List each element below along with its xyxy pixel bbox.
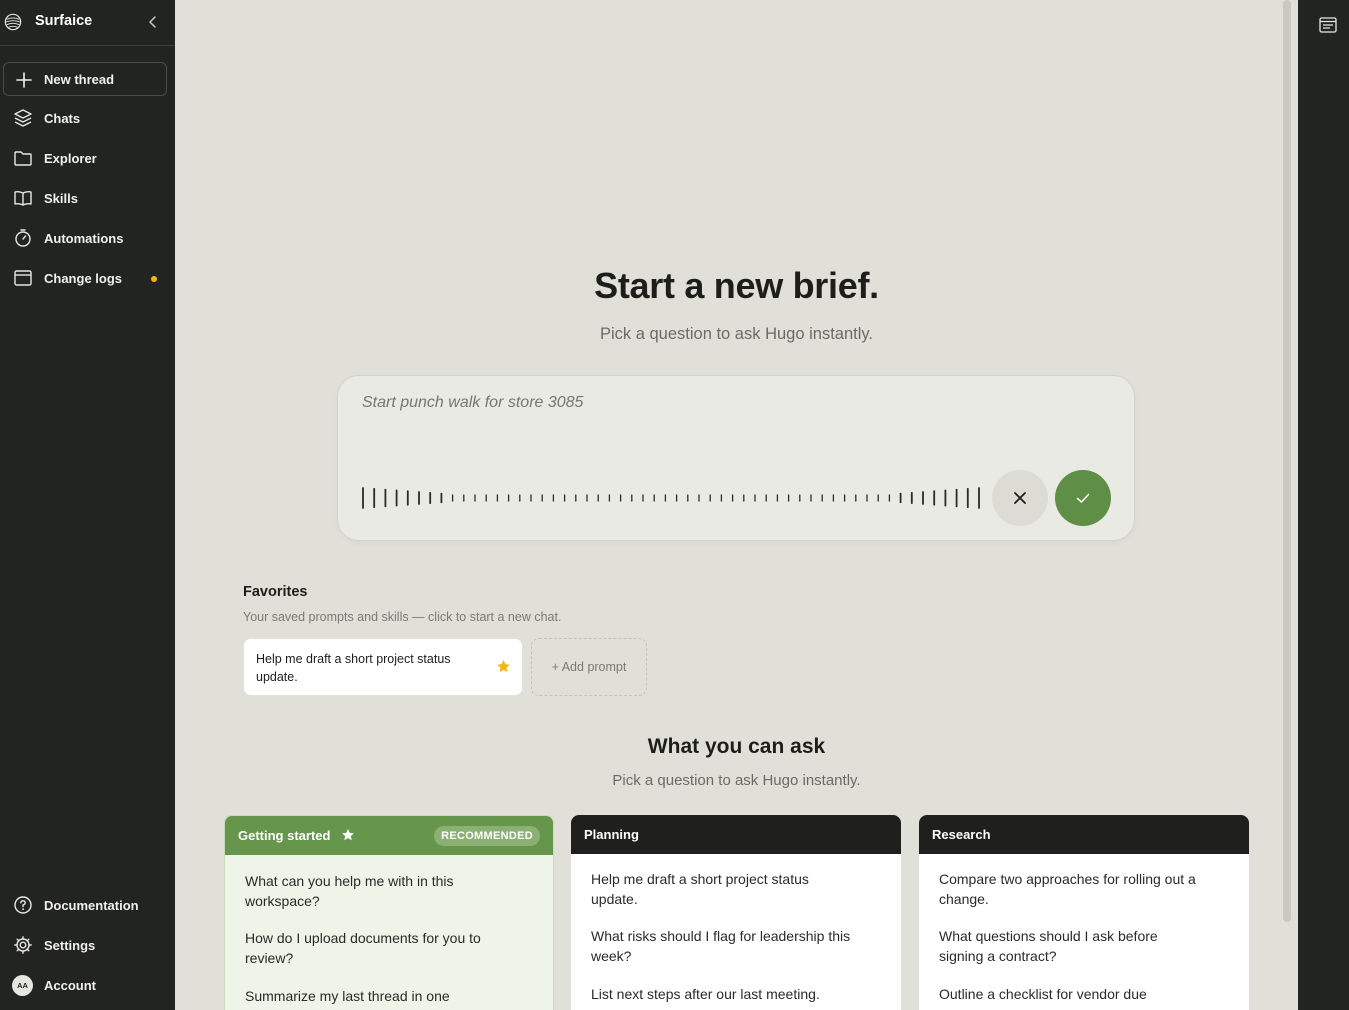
sidebar-item-label: Documentation xyxy=(44,898,139,913)
panel-icon[interactable] xyxy=(1318,15,1338,35)
category-card-research: Research Compare two approaches for roll… xyxy=(919,815,1249,1010)
gear-icon xyxy=(14,936,32,954)
cancel-recording-button[interactable] xyxy=(992,470,1048,526)
favorite-prompt-card[interactable]: Help me draft a short project status upd… xyxy=(243,638,523,696)
sidebar-item-change-logs[interactable]: Change logs xyxy=(0,261,175,295)
star-icon[interactable] xyxy=(496,659,511,674)
brand-header: Surfaice xyxy=(0,0,175,46)
sidebar-item-label: Settings xyxy=(44,938,96,953)
close-icon xyxy=(1014,492,1026,504)
timer-icon xyxy=(15,229,31,247)
prompt-input[interactable] xyxy=(362,394,1062,412)
new-thread-label: New thread xyxy=(44,72,115,87)
add-prompt-button[interactable]: + Add prompt xyxy=(531,638,647,696)
chevron-left-icon xyxy=(149,16,156,28)
composer xyxy=(337,375,1135,541)
suggested-question[interactable]: What questions should I ask before signi… xyxy=(939,926,1199,966)
sidebar: Surfaice New thread Chats Explorer Skill… xyxy=(0,0,175,1010)
check-icon xyxy=(1076,493,1090,503)
right-rail xyxy=(1298,0,1349,1010)
sidebar-item-label: Change logs xyxy=(44,271,123,286)
layers-icon xyxy=(14,109,32,127)
surfaice-logo-icon xyxy=(4,13,22,31)
suggested-question[interactable]: What risks should I flag for leadership … xyxy=(591,926,851,966)
sidebar-item-label: Automations xyxy=(44,231,124,246)
help-circle-icon xyxy=(14,896,32,914)
avatar: AA xyxy=(12,975,33,996)
scrollbar[interactable] xyxy=(1283,0,1291,922)
new-thread-button[interactable]: New thread xyxy=(3,62,167,96)
section-subtitle: Pick a question to ask Hugo instantly. xyxy=(612,772,861,789)
sidebar-item-account[interactable]: AA Account xyxy=(0,968,175,1002)
section-title: What you can ask xyxy=(647,735,826,758)
sidebar-item-chats[interactable]: Chats xyxy=(0,101,175,135)
recommended-badge: RECOMMENDED xyxy=(434,826,540,846)
confirm-recording-button[interactable] xyxy=(1055,470,1111,526)
suggested-question[interactable]: List next steps after our last meeting. xyxy=(591,984,851,1004)
page-subtitle: Pick a question to ask Hugo instantly. xyxy=(599,325,873,343)
collapse-sidebar-button[interactable] xyxy=(145,13,161,31)
category-name: Planning xyxy=(584,827,639,842)
sidebar-item-label: Skills xyxy=(44,191,78,206)
category-header: Planning xyxy=(571,815,901,854)
voice-waveform xyxy=(362,487,980,509)
app-name: Surfaice xyxy=(35,13,93,29)
suggested-question[interactable]: Summarize my last thread in one xyxy=(245,986,505,1006)
category-card-getting-started: Getting started RECOMMENDED What can you… xyxy=(224,815,554,1010)
suggested-question[interactable]: How do I upload documents for you to rev… xyxy=(245,928,505,968)
sidebar-item-label: Account xyxy=(44,978,96,993)
suggested-question[interactable]: Outline a checklist for vendor due xyxy=(939,984,1199,1004)
sidebar-item-label: Explorer xyxy=(44,151,97,166)
star-icon xyxy=(342,829,354,841)
sidebar-item-settings[interactable]: Settings xyxy=(0,928,175,962)
layout-icon xyxy=(14,270,32,286)
plus-icon xyxy=(16,72,32,88)
category-name: Getting started xyxy=(238,828,331,843)
favorites-title: Favorites xyxy=(243,584,308,600)
book-icon xyxy=(14,190,32,206)
suggested-question[interactable]: What can you help me with in this worksp… xyxy=(245,871,505,911)
category-header: Getting started RECOMMENDED xyxy=(225,816,553,855)
sidebar-item-documentation[interactable]: Documentation xyxy=(0,888,175,922)
sidebar-item-skills[interactable]: Skills xyxy=(0,181,175,215)
notification-dot xyxy=(151,276,157,282)
folder-icon xyxy=(14,151,32,166)
category-card-planning: Planning Help me draft a short project s… xyxy=(571,815,901,1010)
favorite-prompt-text: Help me draft a short project status upd… xyxy=(256,652,451,684)
favorites-subtitle: Your saved prompts and skills — click to… xyxy=(243,610,562,624)
suggested-question[interactable]: Help me draft a short project status upd… xyxy=(591,869,851,909)
sidebar-item-explorer[interactable]: Explorer xyxy=(0,141,175,175)
sidebar-item-label: Chats xyxy=(44,111,81,126)
category-header: Research xyxy=(919,815,1249,854)
page-title: Start a new brief. xyxy=(594,265,879,306)
sidebar-item-automations[interactable]: Automations xyxy=(0,221,175,255)
category-name: Research xyxy=(932,827,991,842)
suggested-question[interactable]: Compare two approaches for rolling out a… xyxy=(939,869,1199,909)
